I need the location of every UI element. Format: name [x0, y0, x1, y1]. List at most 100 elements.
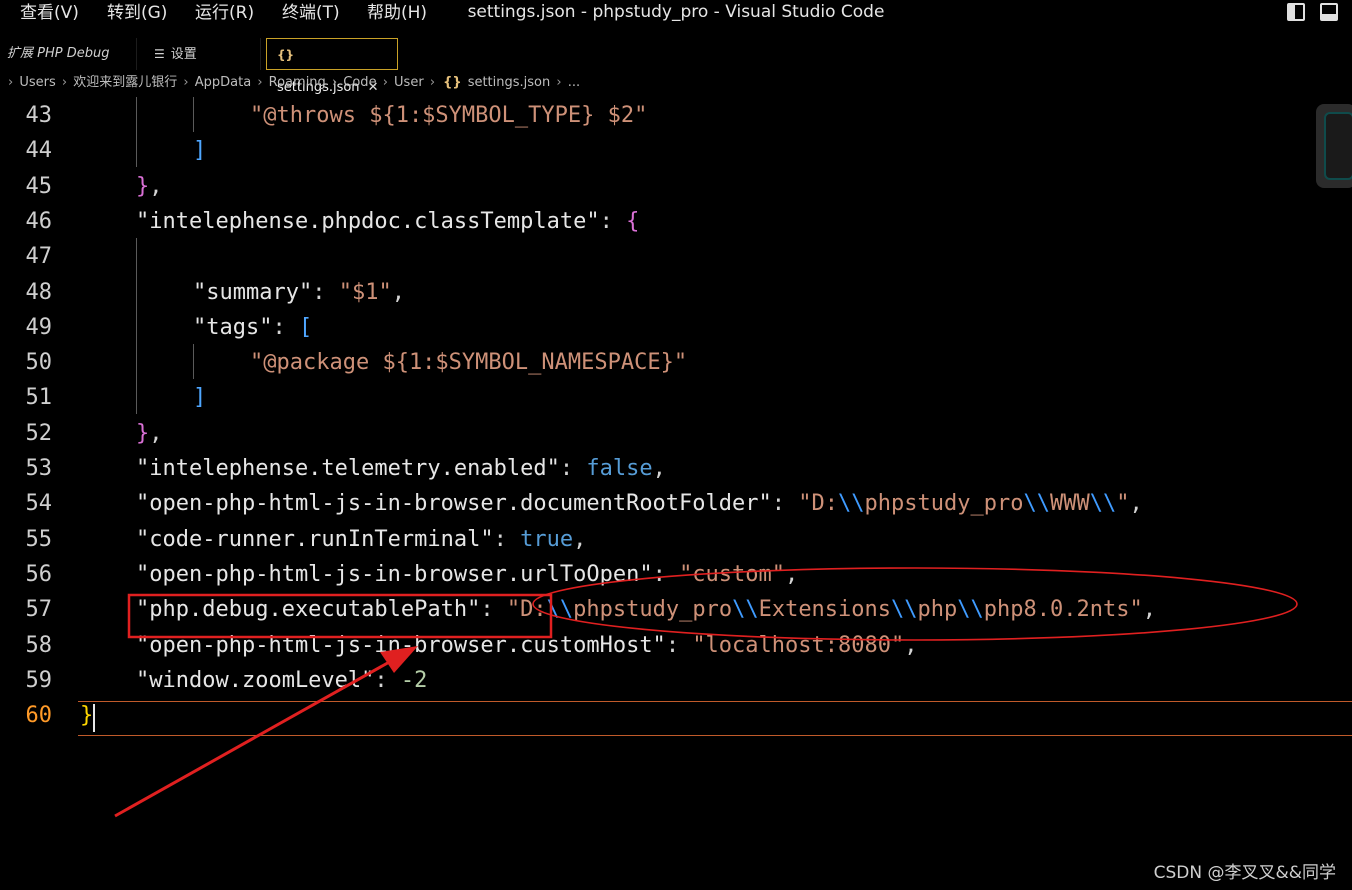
code-text: },	[136, 416, 163, 451]
toggle-panel-icon[interactable]	[1320, 3, 1338, 21]
code-line[interactable]: 55 "code-runner.runInTerminal": true,	[0, 522, 1352, 557]
json-key: "intelephense.telemetry.enabled"	[136, 456, 560, 481]
code-line[interactable]: 43 "@throws ${1:$SYMBOL_TYPE} $2"	[0, 98, 1352, 133]
escape-sequence: \\	[732, 597, 759, 623]
code-line[interactable]: 46 "intelephense.phpdoc.classTemplate": {	[0, 204, 1352, 239]
code-text: "intelephense.telemetry.enabled": false,	[136, 451, 666, 486]
code-text: "php.debug.executablePath": "D:\\phpstud…	[136, 592, 1156, 627]
tab-settings-json[interactable]: {}settings.json ✕	[266, 38, 398, 95]
menu-go[interactable]: 转到(G)	[107, 0, 167, 26]
code-line[interactable]: 53 "intelephense.telemetry.enabled": fals…	[0, 451, 1352, 486]
json-key: "open-php-html-js-in-browser.documentRoo…	[136, 491, 772, 517]
code-line[interactable]: 54 "open-php-html-js-in-browser.documentR…	[0, 486, 1352, 521]
menu-terminal[interactable]: 终端(T)	[282, 0, 340, 26]
code-line[interactable]: 51]	[0, 380, 1352, 415]
punctuation: :	[599, 208, 627, 234]
string-fragment: phpstudy_pro	[573, 597, 733, 623]
json-braces-icon: {}	[443, 75, 462, 90]
line-number: 55	[25, 526, 53, 552]
watermark: CSDN @李叉叉&&同学	[1153, 863, 1336, 883]
minimap-slider[interactable]	[1316, 104, 1352, 188]
breadcrumb-item[interactable]: AppData	[195, 75, 251, 90]
line-number: 43	[25, 103, 53, 128]
string-fragment: php8.0.2nts"	[983, 597, 1143, 623]
breadcrumb-item[interactable]: Code	[343, 75, 376, 90]
code-line[interactable]: 59 "window.zoomLevel": -2	[0, 663, 1352, 698]
json-string: "custom"	[679, 561, 786, 587]
json-boolean: false	[586, 456, 653, 481]
breadcrumb-item[interactable]: settings.json	[468, 75, 551, 90]
indent-guide	[193, 344, 194, 379]
comma: ,	[149, 173, 163, 199]
json-string: "$1"	[338, 279, 392, 305]
chevron-right-icon: ›	[382, 75, 388, 90]
line-number: 60	[25, 703, 53, 729]
punctuation: }	[136, 173, 150, 199]
breadcrumb-item[interactable]: Roaming	[269, 75, 326, 90]
json-braces-icon: {}	[277, 48, 295, 62]
json-key: "code-runner.runInTerminal"	[136, 526, 494, 552]
json-key: "open-php-html-js-in-browser.urlToOpen"	[136, 561, 653, 587]
json-boolean: true	[520, 526, 574, 552]
breadcrumb-item[interactable]: 欢迎来到露儿银行	[73, 75, 177, 90]
menu-view[interactable]: 查看(V)	[20, 0, 79, 26]
code-line[interactable]: 47	[0, 239, 1352, 274]
bracket: ]	[193, 385, 207, 411]
line-number: 49	[25, 314, 53, 340]
code-text: "intelephense.phpdoc.classTemplate": {	[136, 204, 639, 239]
menu-run[interactable]: 运行(R)	[195, 0, 254, 26]
breadcrumb-item[interactable]: User	[394, 75, 424, 90]
code-line[interactable]: 49 "tags": [	[0, 310, 1352, 345]
tab-php-debug-extension[interactable]: 扩展 PHP Debug	[0, 38, 137, 70]
editor-tabs: 扩展 PHP Debug ☰ 设置 {}settings.json ✕	[0, 38, 1352, 95]
line-number: 58	[25, 632, 53, 658]
line-number: 45	[25, 173, 53, 199]
code-line[interactable]: 60}	[0, 698, 1352, 733]
code-line[interactable]: 50 "@package ${1:$SYMBOL_NAMESPACE}"	[0, 345, 1352, 380]
chevron-right-icon: ›	[183, 75, 189, 90]
string-fragment: Extensions	[758, 597, 892, 623]
line-number: 44	[25, 138, 53, 164]
breadcrumb-item[interactable]: ...	[568, 75, 580, 90]
comma: ,	[1129, 491, 1143, 517]
menu-help[interactable]: 帮助(H)	[367, 0, 427, 26]
line-number: 48	[25, 279, 53, 305]
chevron-right-icon: ›	[429, 75, 436, 90]
line-number: 47	[25, 244, 53, 270]
code-text: "window.zoomLevel": -2	[136, 663, 427, 698]
code-line[interactable]: 56 "open-php-html-js-in-browser.urlToOpen…	[0, 557, 1352, 592]
comma: ,	[1142, 597, 1156, 623]
escape-sequence: \\	[1089, 491, 1117, 517]
toggle-primary-sidebar-icon[interactable]	[1287, 3, 1305, 21]
punctuation: :	[480, 597, 507, 623]
json-string: "@throws ${1:$SYMBOL_TYPE} $2"	[250, 103, 648, 128]
code-text: "@throws ${1:$SYMBOL_TYPE} $2"	[250, 98, 647, 133]
code-line[interactable]: 45},	[0, 169, 1352, 204]
json-string: "D:\\phpstudy_pro\\Extensions\\php\\php8…	[507, 597, 1143, 622]
code-text: },	[136, 169, 163, 204]
window-title: settings.json - phpstudy_pro - Visual St…	[467, 2, 885, 22]
code-text: "summary": "$1",	[193, 275, 405, 310]
json-key: "window.zoomLevel"	[136, 667, 375, 693]
tab-settings[interactable]: ☰ 设置	[138, 38, 261, 70]
bracket: ]	[193, 138, 207, 164]
breadcrumb-item[interactable]: Users	[19, 75, 55, 90]
escape-sequence: \\	[838, 491, 865, 517]
code-line[interactable]: 48 "summary": "$1",	[0, 275, 1352, 310]
code-line[interactable]: 52},	[0, 416, 1352, 451]
escape-sequence: \\	[546, 597, 574, 623]
code-line[interactable]: 44]	[0, 133, 1352, 168]
code-line[interactable]: 57 "php.debug.executablePath": "D:\\phpst…	[0, 592, 1352, 627]
chevron-right-icon: ›	[61, 75, 68, 90]
json-number: -2	[400, 667, 428, 693]
list-icon: ☰	[154, 47, 165, 61]
comma: ,	[573, 526, 587, 552]
chevron-right-icon: ›	[257, 75, 263, 90]
line-number: 52	[25, 420, 53, 446]
code-line[interactable]: 58 "open-php-html-js-in-browser.customHos…	[0, 628, 1352, 663]
line-number: 56	[25, 561, 53, 587]
indent-guide	[136, 238, 137, 414]
code-text: "tags": [	[193, 310, 312, 345]
code-text: "open-php-html-js-in-browser.urlToOpen":…	[136, 557, 798, 592]
code-editor[interactable]: 43 "@throws ${1:$SYMBOL_TYPE} $2" 44] 45}, 4…	[0, 97, 1352, 890]
